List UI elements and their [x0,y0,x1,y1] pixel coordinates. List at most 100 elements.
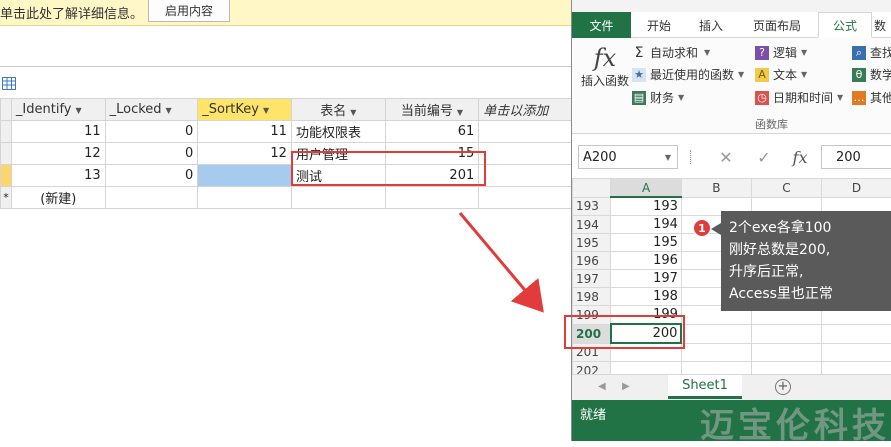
chevron-down-icon[interactable]: ▼ [665,153,671,162]
sheet-tab-sheet1[interactable]: Sheet1 [668,375,742,399]
column-header-current[interactable]: 当前编号▼ [385,99,479,121]
autosum-button[interactable]: Σ自动求和▼ [632,44,710,61]
recent-functions-button[interactable]: ★最近使用的函数▼ [632,66,744,83]
row-selector[interactable] [1,143,12,165]
column-header-sortkey[interactable]: _SortKey▼ [198,99,292,121]
cell-sortkey-selected[interactable] [198,165,292,187]
tab-data[interactable]: 数 [874,12,891,38]
row-header[interactable]: 198 [573,288,611,306]
enter-check-icon[interactable]: ✓ [750,145,778,169]
logical-button[interactable]: ?逻辑▼ [755,44,807,61]
cell-a[interactable]: 195 [611,234,682,252]
cell-locked[interactable]: 0 [105,121,198,143]
cancel-icon[interactable]: ✕ [712,145,740,169]
cell-a[interactable]: 198 [611,288,682,306]
column-header-locked[interactable]: _Locked▼ [105,99,198,121]
financial-label: 财务 [650,89,674,106]
cell-add[interactable] [479,165,572,187]
cell-a[interactable]: 193 [611,197,682,216]
formula-bar: A200 ▼ ✕ ✓ fx 200 [572,142,891,172]
formula-input[interactable]: 200 [821,145,891,169]
new-record-cell[interactable] [479,187,572,209]
name-box-value: A200 [583,150,617,165]
other-functions-button[interactable]: …其他 [852,89,891,106]
cell-locked[interactable]: 0 [105,143,198,165]
row-selector[interactable] [1,121,12,143]
logical-label: 逻辑 [773,44,797,61]
title-bar [572,0,891,12]
cell-sortkey[interactable]: 12 [198,143,292,165]
add-sheet-icon[interactable]: + [775,379,791,395]
cell-identify[interactable]: 13 [11,165,105,187]
cell-add[interactable] [479,143,572,165]
text-button[interactable]: A文本▼ [755,66,807,83]
cell[interactable] [821,324,891,343]
dropdown-arrow-icon[interactable]: ▼ [350,108,356,117]
lookup-button[interactable]: ⌕ 查找 [852,44,891,61]
select-all-corner[interactable] [1,99,12,121]
insert-function-fx-icon[interactable]: fx [786,145,814,169]
cell-sortkey[interactable]: 11 [198,121,292,143]
ribbon-tabs: 文件 开始 插入 页面布局 公式 数 [572,12,891,38]
message-bar-text[interactable]: 单击此处了解详细信息。 [0,3,143,22]
dropdown-arrow-icon: ▼ [801,70,807,79]
row-selector-current[interactable] [1,165,12,187]
tab-home[interactable]: 开始 [634,12,684,38]
row-header[interactable]: 195 [573,234,611,252]
tab-page-layout[interactable]: 页面布局 [738,12,816,38]
row-header[interactable]: 196 [573,252,611,270]
tab-insert[interactable]: 插入 [686,12,736,38]
new-record-cell[interactable] [198,187,292,209]
new-record-cell[interactable] [105,187,198,209]
cell-a[interactable]: 197 [611,270,682,288]
insert-function-button[interactable]: fx 插入函数 [578,44,632,89]
math-button[interactable]: θ数学 [852,66,891,83]
column-header-b[interactable]: B [681,179,751,198]
cell-a[interactable]: 196 [611,252,682,270]
row-header[interactable]: 194 [573,216,611,234]
dropdown-arrow-icon[interactable]: ▼ [263,106,269,115]
dropdown-arrow-icon[interactable]: ▼ [166,106,172,115]
cell[interactable] [681,324,751,343]
cell-current[interactable]: 61 [385,121,479,143]
formula-bar-splitter[interactable] [690,150,692,164]
financial-button[interactable]: ▤财务▼ [632,89,684,106]
cell-identify[interactable]: 12 [11,143,105,165]
scroll-right-icon[interactable]: ▶ [622,381,630,392]
column-header-identify[interactable]: _Identify▼ [11,99,105,121]
lookup-label: 查找 [870,44,891,61]
scroll-left-icon[interactable]: ◀ [598,381,606,392]
new-record-label[interactable]: (新建) [11,187,105,209]
dropdown-arrow-icon[interactable]: ▼ [457,108,463,117]
select-all-corner[interactable] [573,179,611,198]
cell[interactable] [681,343,751,362]
function-library-label: 函数库 [755,116,788,132]
column-header-name[interactable]: 表名▼ [291,99,385,121]
cell-name[interactable]: 功能权限表 [291,121,385,143]
datetime-button[interactable]: ◷日期和时间▼ [755,89,843,106]
new-record-row: * (新建) [1,187,572,209]
row-header[interactable]: 197 [573,270,611,288]
cell[interactable] [751,343,821,362]
column-header-a[interactable]: A [611,179,682,198]
cell[interactable] [751,324,821,343]
magnifier-icon: ⌕ [852,46,866,60]
tab-formulas[interactable]: 公式 [818,12,872,38]
new-record-cell[interactable] [291,187,385,209]
column-header-d[interactable]: D [821,179,891,198]
column-header-add[interactable]: 单击以添加 [479,99,572,121]
cell-identify[interactable]: 11 [11,121,105,143]
cell[interactable] [821,343,891,362]
cell-add[interactable] [479,121,572,143]
name-box[interactable]: A200 ▼ [578,145,678,169]
new-record-cell[interactable] [385,187,479,209]
sigma-icon: Σ [632,46,646,60]
column-header-c[interactable]: C [751,179,821,198]
tab-file[interactable]: 文件 [572,12,631,38]
cell-a[interactable]: 194 [611,216,682,234]
cell-locked[interactable]: 0 [105,165,198,187]
row-header[interactable]: 193 [573,197,611,216]
dropdown-arrow-icon[interactable]: ▼ [76,106,82,115]
enable-content-button[interactable]: 启用内容 [148,0,230,22]
new-record-marker[interactable]: * [1,187,12,209]
